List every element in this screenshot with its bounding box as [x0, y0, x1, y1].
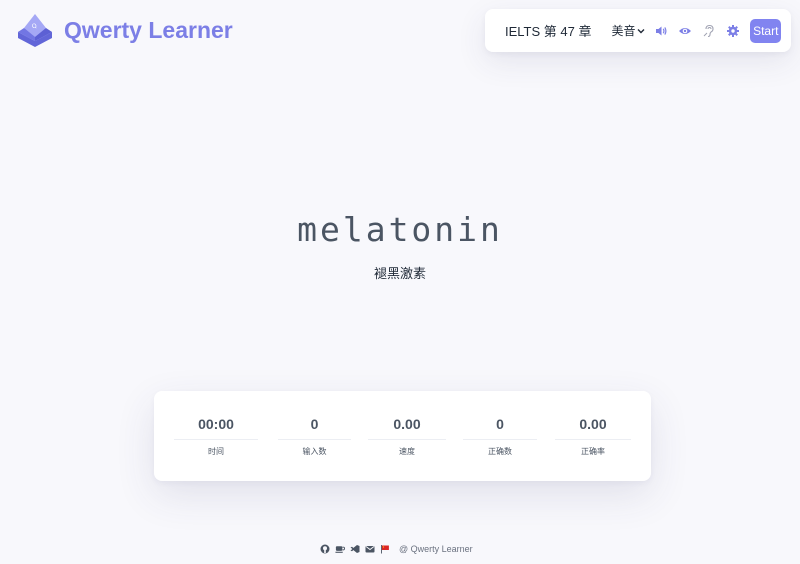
keyboard-key-logo-icon: Q — [18, 14, 52, 47]
stat-correct-count: 0 正确数 — [463, 415, 537, 457]
gear-icon[interactable] — [726, 24, 740, 38]
accent-select[interactable]: 美音 — [611, 22, 645, 39]
stat-input-count: 0 输入数 — [278, 415, 351, 457]
stat-label: 输入数 — [302, 447, 327, 456]
stat-value: 0 — [310, 416, 319, 432]
chevron-down-icon — [637, 28, 645, 33]
stat-divider — [368, 439, 446, 440]
app-title: Qwerty Learner — [64, 16, 233, 43]
stats-panel: 00:00 时间 0 输入数 0.00 速度 0 正确数 0.00 正确率 — [154, 391, 651, 481]
flag-icon[interactable] — [380, 544, 390, 554]
footer-copyright[interactable]: @ Qwerty Learner — [399, 544, 473, 554]
stat-divider — [555, 439, 631, 440]
github-icon[interactable] — [320, 544, 330, 554]
stat-label: 速度 — [399, 447, 415, 456]
dictionary-chapter-selector[interactable]: IELTS 第 47 章 — [505, 21, 591, 40]
hearing-icon[interactable] — [702, 24, 716, 38]
coffee-icon[interactable] — [335, 544, 345, 554]
stat-value: 0.00 — [393, 416, 421, 432]
top-toolbar: IELTS 第 47 章 美音 Start — [485, 9, 791, 52]
footer: @ Qwerty Learner — [320, 544, 473, 554]
stat-value: 0.00 — [579, 416, 607, 432]
stat-time: 00:00 时间 — [174, 415, 258, 457]
stat-value: 00:00 — [198, 416, 234, 432]
vscode-icon[interactable] — [350, 544, 360, 554]
stat-divider — [463, 439, 537, 440]
stat-value: 0 — [496, 416, 504, 432]
stat-label: 正确率 — [581, 447, 605, 456]
stat-accuracy: 0.00 正确率 — [555, 415, 631, 457]
word-translation: 褪黑激素 — [373, 267, 426, 282]
stat-divider — [278, 439, 351, 440]
app-logo[interactable]: Q Qwerty Learner — [14, 10, 233, 50]
start-button[interactable]: Start — [750, 18, 781, 43]
eye-icon[interactable] — [678, 24, 692, 38]
accent-select-value: 美音 — [611, 24, 636, 38]
speaker-icon[interactable] — [654, 24, 668, 38]
stat-label: 时间 — [208, 447, 224, 456]
mail-icon[interactable] — [365, 544, 375, 554]
stat-label: 正确数 — [488, 447, 512, 456]
stat-speed: 0.00 速度 — [368, 415, 446, 457]
stat-divider — [174, 439, 258, 440]
current-word: melatonin — [297, 210, 503, 249]
